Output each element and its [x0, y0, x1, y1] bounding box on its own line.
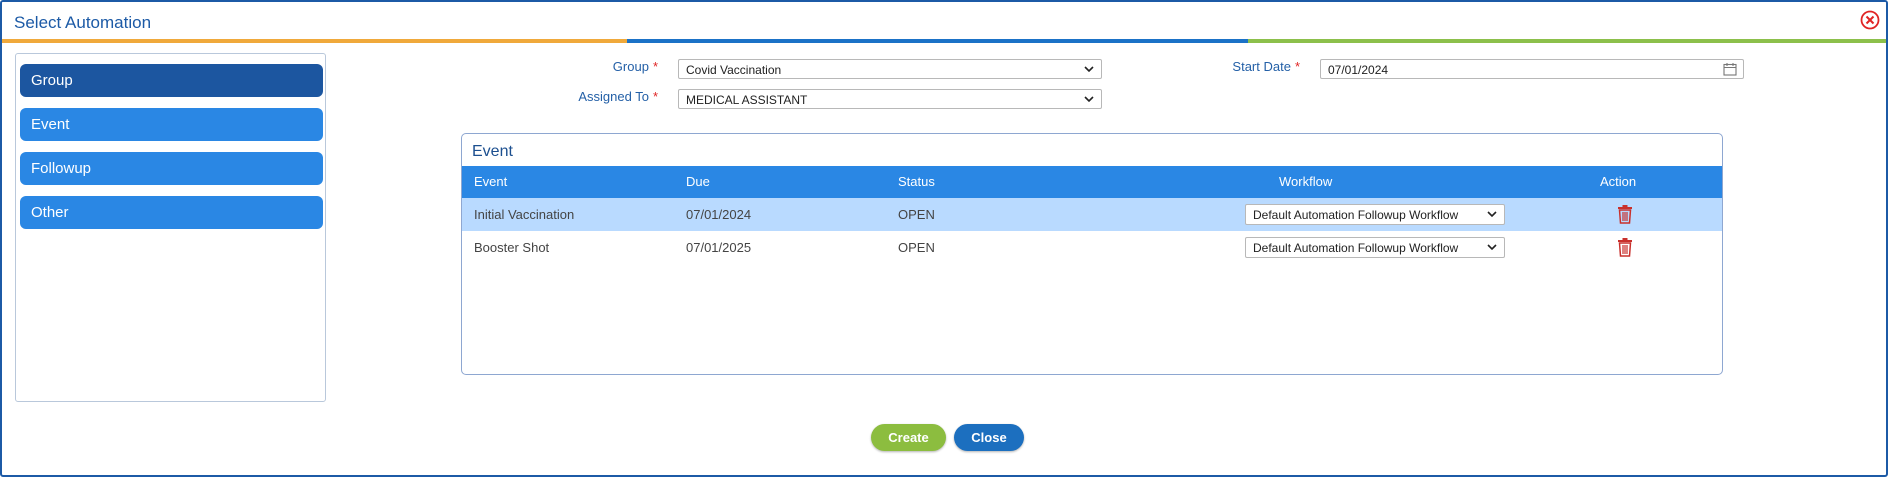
event-table-header: Event Due Status Workflow Action	[462, 166, 1722, 198]
column-header-status: Status	[898, 174, 935, 189]
event-panel-title: Event	[472, 143, 513, 160]
header-stripe-green	[1248, 39, 1886, 43]
status-cell: OPEN	[898, 207, 935, 222]
close-button[interactable]: Close	[954, 424, 1024, 451]
workflow-select-value: Default Automation Followup Workflow	[1253, 241, 1459, 255]
group-select[interactable]: Covid Vaccination	[678, 59, 1102, 79]
event-cell: Initial Vaccination	[474, 207, 575, 222]
assigned-to-select[interactable]: MEDICAL ASSISTANT	[678, 89, 1102, 109]
sidebar-item-group[interactable]: Group	[20, 64, 323, 97]
group-label-text: Group	[612, 59, 649, 74]
dialog-title: Select Automation	[14, 13, 152, 32]
chevron-down-icon	[1487, 211, 1497, 218]
event-cell: Booster Shot	[474, 240, 550, 255]
dialog-titlebar: Select Automation	[2, 2, 1886, 39]
start-date-label-text: Start Date	[1232, 59, 1291, 74]
start-date-label: Start Date *	[1182, 59, 1300, 74]
chevron-down-icon	[1084, 96, 1094, 103]
workflow-select-value: Default Automation Followup Workflow	[1253, 208, 1459, 222]
sidebar-item-other[interactable]: Other	[20, 196, 323, 229]
group-label: Group *	[542, 59, 658, 74]
header-stripe-blue	[627, 39, 1248, 43]
chevron-down-icon	[1487, 244, 1497, 251]
trash-icon[interactable]	[1616, 204, 1634, 224]
select-automation-dialog: Select Automation Group Event Followup O…	[0, 0, 1888, 477]
create-button[interactable]: Create	[871, 424, 946, 451]
due-cell: 07/01/2025	[686, 240, 752, 255]
sidebar-item-label: Event	[31, 116, 70, 133]
trash-icon[interactable]	[1616, 237, 1634, 257]
group-select-value: Covid Vaccination	[686, 63, 782, 77]
sidebar-item-label: Other	[31, 204, 69, 221]
assigned-to-label: Assigned To *	[542, 89, 658, 104]
sidebar-item-event[interactable]: Event	[20, 108, 323, 141]
calendar-icon[interactable]	[1723, 62, 1737, 76]
required-marker: *	[652, 89, 658, 104]
workflow-select[interactable]: Default Automation Followup Workflow	[1245, 237, 1505, 258]
required-marker: *	[652, 59, 658, 74]
assigned-to-select-value: MEDICAL ASSISTANT	[686, 93, 808, 107]
required-marker: *	[1294, 59, 1300, 74]
assigned-to-label-text: Assigned To	[578, 89, 649, 104]
sidebar-item-followup[interactable]: Followup	[20, 152, 323, 185]
table-row[interactable]: Booster Shot 07/01/2025 OPEN Default Aut…	[462, 231, 1722, 264]
event-panel: Event Event Due Status Workflow Action I…	[461, 133, 1723, 375]
start-date-value: 07/01/2024	[1328, 63, 1389, 77]
column-header-event: Event	[474, 174, 508, 189]
table-row[interactable]: Initial Vaccination 07/01/2024 OPEN Defa…	[462, 198, 1722, 231]
column-header-workflow: Workflow	[1279, 174, 1333, 189]
column-header-action: Action	[1600, 174, 1637, 189]
status-cell: OPEN	[898, 240, 935, 255]
sidebar-item-label: Group	[31, 72, 73, 89]
workflow-select[interactable]: Default Automation Followup Workflow	[1245, 204, 1505, 225]
close-dialog-icon[interactable]	[1860, 10, 1880, 30]
sidebar: Group Event Followup Other	[15, 53, 326, 402]
header-stripe-orange	[2, 39, 627, 43]
sidebar-item-label: Followup	[31, 160, 92, 177]
chevron-down-icon	[1084, 66, 1094, 73]
column-header-due: Due	[686, 174, 710, 189]
due-cell: 07/01/2024	[686, 207, 752, 222]
start-date-input[interactable]: 07/01/2024	[1320, 59, 1744, 79]
